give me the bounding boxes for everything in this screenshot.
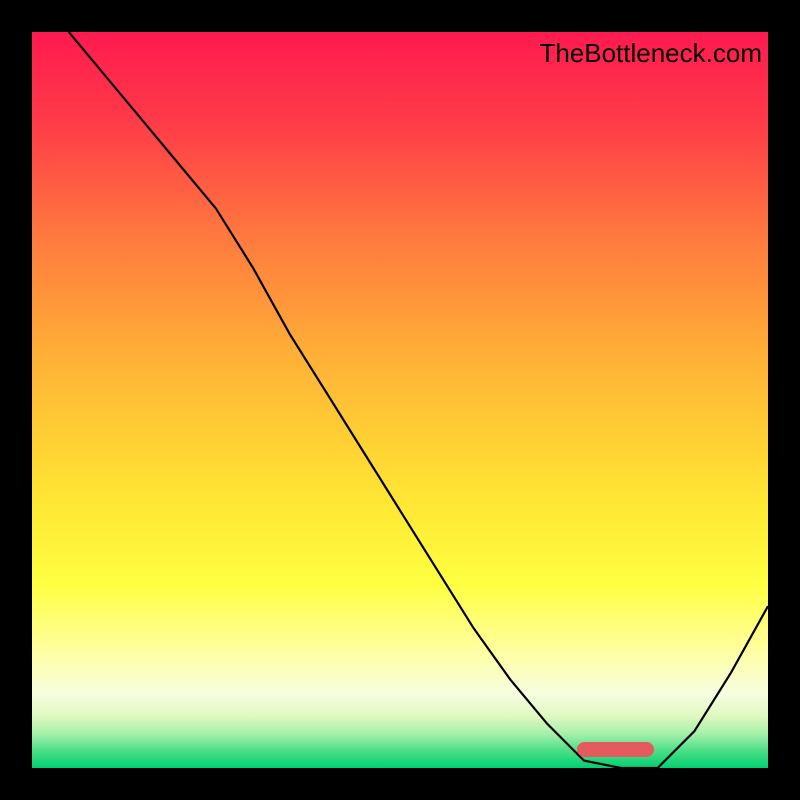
chart-frame: TheBottleneck.com xyxy=(0,0,800,800)
optimal-range-marker xyxy=(577,742,654,757)
bottleneck-curve xyxy=(32,32,768,768)
plot-area: TheBottleneck.com xyxy=(32,32,768,768)
